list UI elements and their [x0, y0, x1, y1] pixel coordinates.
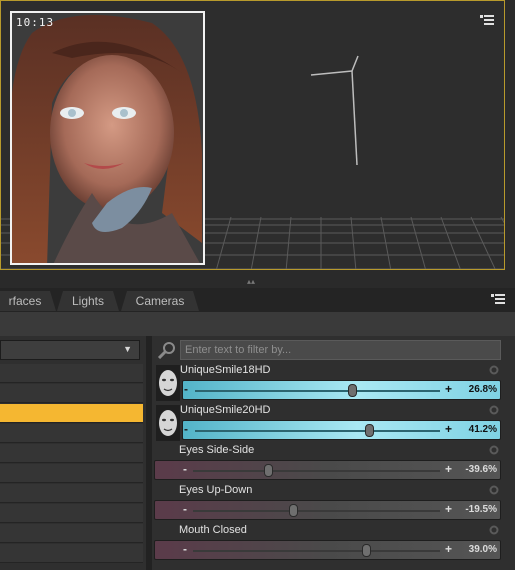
3d-viewport[interactable]: 10:13 — [0, 0, 505, 270]
tab-strip: rfaces Lights Cameras — [0, 288, 515, 313]
gear-icon[interactable] — [489, 405, 499, 415]
list-item[interactable] — [0, 444, 143, 463]
property-label: Eyes Side-Side — [179, 444, 255, 456]
slider-bar[interactable]: - + -19.5% — [154, 500, 501, 520]
character-render — [12, 13, 203, 263]
filter-input[interactable] — [180, 340, 501, 360]
aux-viewport[interactable]: 10:13 — [10, 11, 205, 265]
gear-icon[interactable] — [489, 485, 499, 495]
slider-track[interactable] — [195, 390, 440, 392]
list-item[interactable] — [0, 484, 143, 503]
decrement-button[interactable]: - — [184, 382, 188, 396]
camera-axis-gizmo — [310, 55, 359, 166]
list-item[interactable] — [0, 364, 143, 383]
gear-icon[interactable] — [489, 445, 499, 455]
panel-toolbar — [0, 312, 515, 337]
increment-button[interactable]: + — [445, 542, 452, 556]
slider-track[interactable] — [195, 430, 440, 432]
search-icon — [157, 342, 175, 359]
slider-knob[interactable] — [365, 424, 375, 437]
panel-menu-icon[interactable] — [480, 13, 494, 27]
face-thumbnail-icon — [156, 365, 180, 401]
increment-button[interactable]: + — [445, 502, 452, 516]
list-item[interactable] — [0, 504, 143, 523]
property-value[interactable]: 26.8% — [469, 384, 497, 395]
property-slider[interactable]: UniqueSmile18HD - +26.8% — [154, 363, 501, 401]
property-label: Eyes Up-Down — [179, 484, 253, 496]
splitter-grip-icon[interactable]: ▴▴ — [247, 278, 259, 286]
increment-button[interactable]: + — [445, 382, 452, 396]
decrement-button[interactable]: - — [183, 542, 187, 556]
slider-bar[interactable]: - +41.2% — [182, 420, 501, 440]
panel-splitter[interactable] — [0, 270, 515, 288]
slider-bar[interactable]: - +26.8% — [182, 380, 501, 400]
category-select[interactable]: ▼ — [0, 340, 140, 360]
gear-icon[interactable] — [489, 525, 499, 535]
property-value[interactable]: 41.2% — [469, 424, 497, 435]
property-value[interactable]: -19.5% — [465, 504, 497, 515]
list-item[interactable] — [0, 424, 143, 443]
slider-bar[interactable]: - + -39.6% — [154, 460, 501, 480]
property-label: Mouth Closed — [179, 524, 247, 536]
face-thumbnail-icon — [156, 405, 180, 441]
slider-knob[interactable] — [264, 464, 274, 477]
gear-icon[interactable] — [489, 365, 499, 375]
decrement-button[interactable]: - — [184, 422, 188, 436]
property-slider[interactable]: Mouth Closed - +39.0% — [154, 523, 501, 561]
list-item[interactable] — [0, 544, 143, 563]
slider-knob[interactable] — [289, 504, 299, 517]
list-item[interactable] — [0, 464, 143, 483]
property-label: UniqueSmile18HD — [180, 364, 271, 376]
property-value[interactable]: -39.6% — [465, 464, 497, 475]
decrement-button[interactable]: - — [183, 462, 187, 476]
list-item[interactable] — [0, 524, 143, 543]
chevron-down-icon[interactable]: ▼ — [123, 344, 132, 354]
property-slider[interactable]: Eyes Side-Side - + -39.6% — [154, 443, 501, 481]
list-item[interactable] — [0, 404, 143, 423]
slider-track[interactable] — [193, 550, 440, 552]
tab-lights[interactable]: Lights — [57, 291, 119, 311]
tab-cameras[interactable]: Cameras — [121, 291, 199, 311]
list-item[interactable] — [0, 384, 143, 403]
increment-button[interactable]: + — [445, 422, 452, 436]
property-value[interactable]: 39.0% — [469, 544, 497, 555]
decrement-button[interactable]: - — [183, 502, 187, 516]
slider-track[interactable] — [193, 510, 440, 512]
panel-menu-icon[interactable] — [491, 292, 505, 306]
slider-knob[interactable] — [347, 384, 357, 397]
slider-knob[interactable] — [362, 544, 372, 557]
property-slider[interactable]: Eyes Up-Down - + -19.5% — [154, 483, 501, 521]
tab-surfaces[interactable]: rfaces — [0, 291, 56, 311]
aux-viewport-time: 10:13 — [16, 16, 55, 29]
slider-bar[interactable]: - +39.0% — [154, 540, 501, 560]
property-slider[interactable]: UniqueSmile20HD - +41.2% — [154, 403, 501, 441]
slider-track[interactable] — [193, 470, 440, 472]
property-label: UniqueSmile20HD — [180, 404, 271, 416]
increment-button[interactable]: + — [445, 462, 452, 476]
